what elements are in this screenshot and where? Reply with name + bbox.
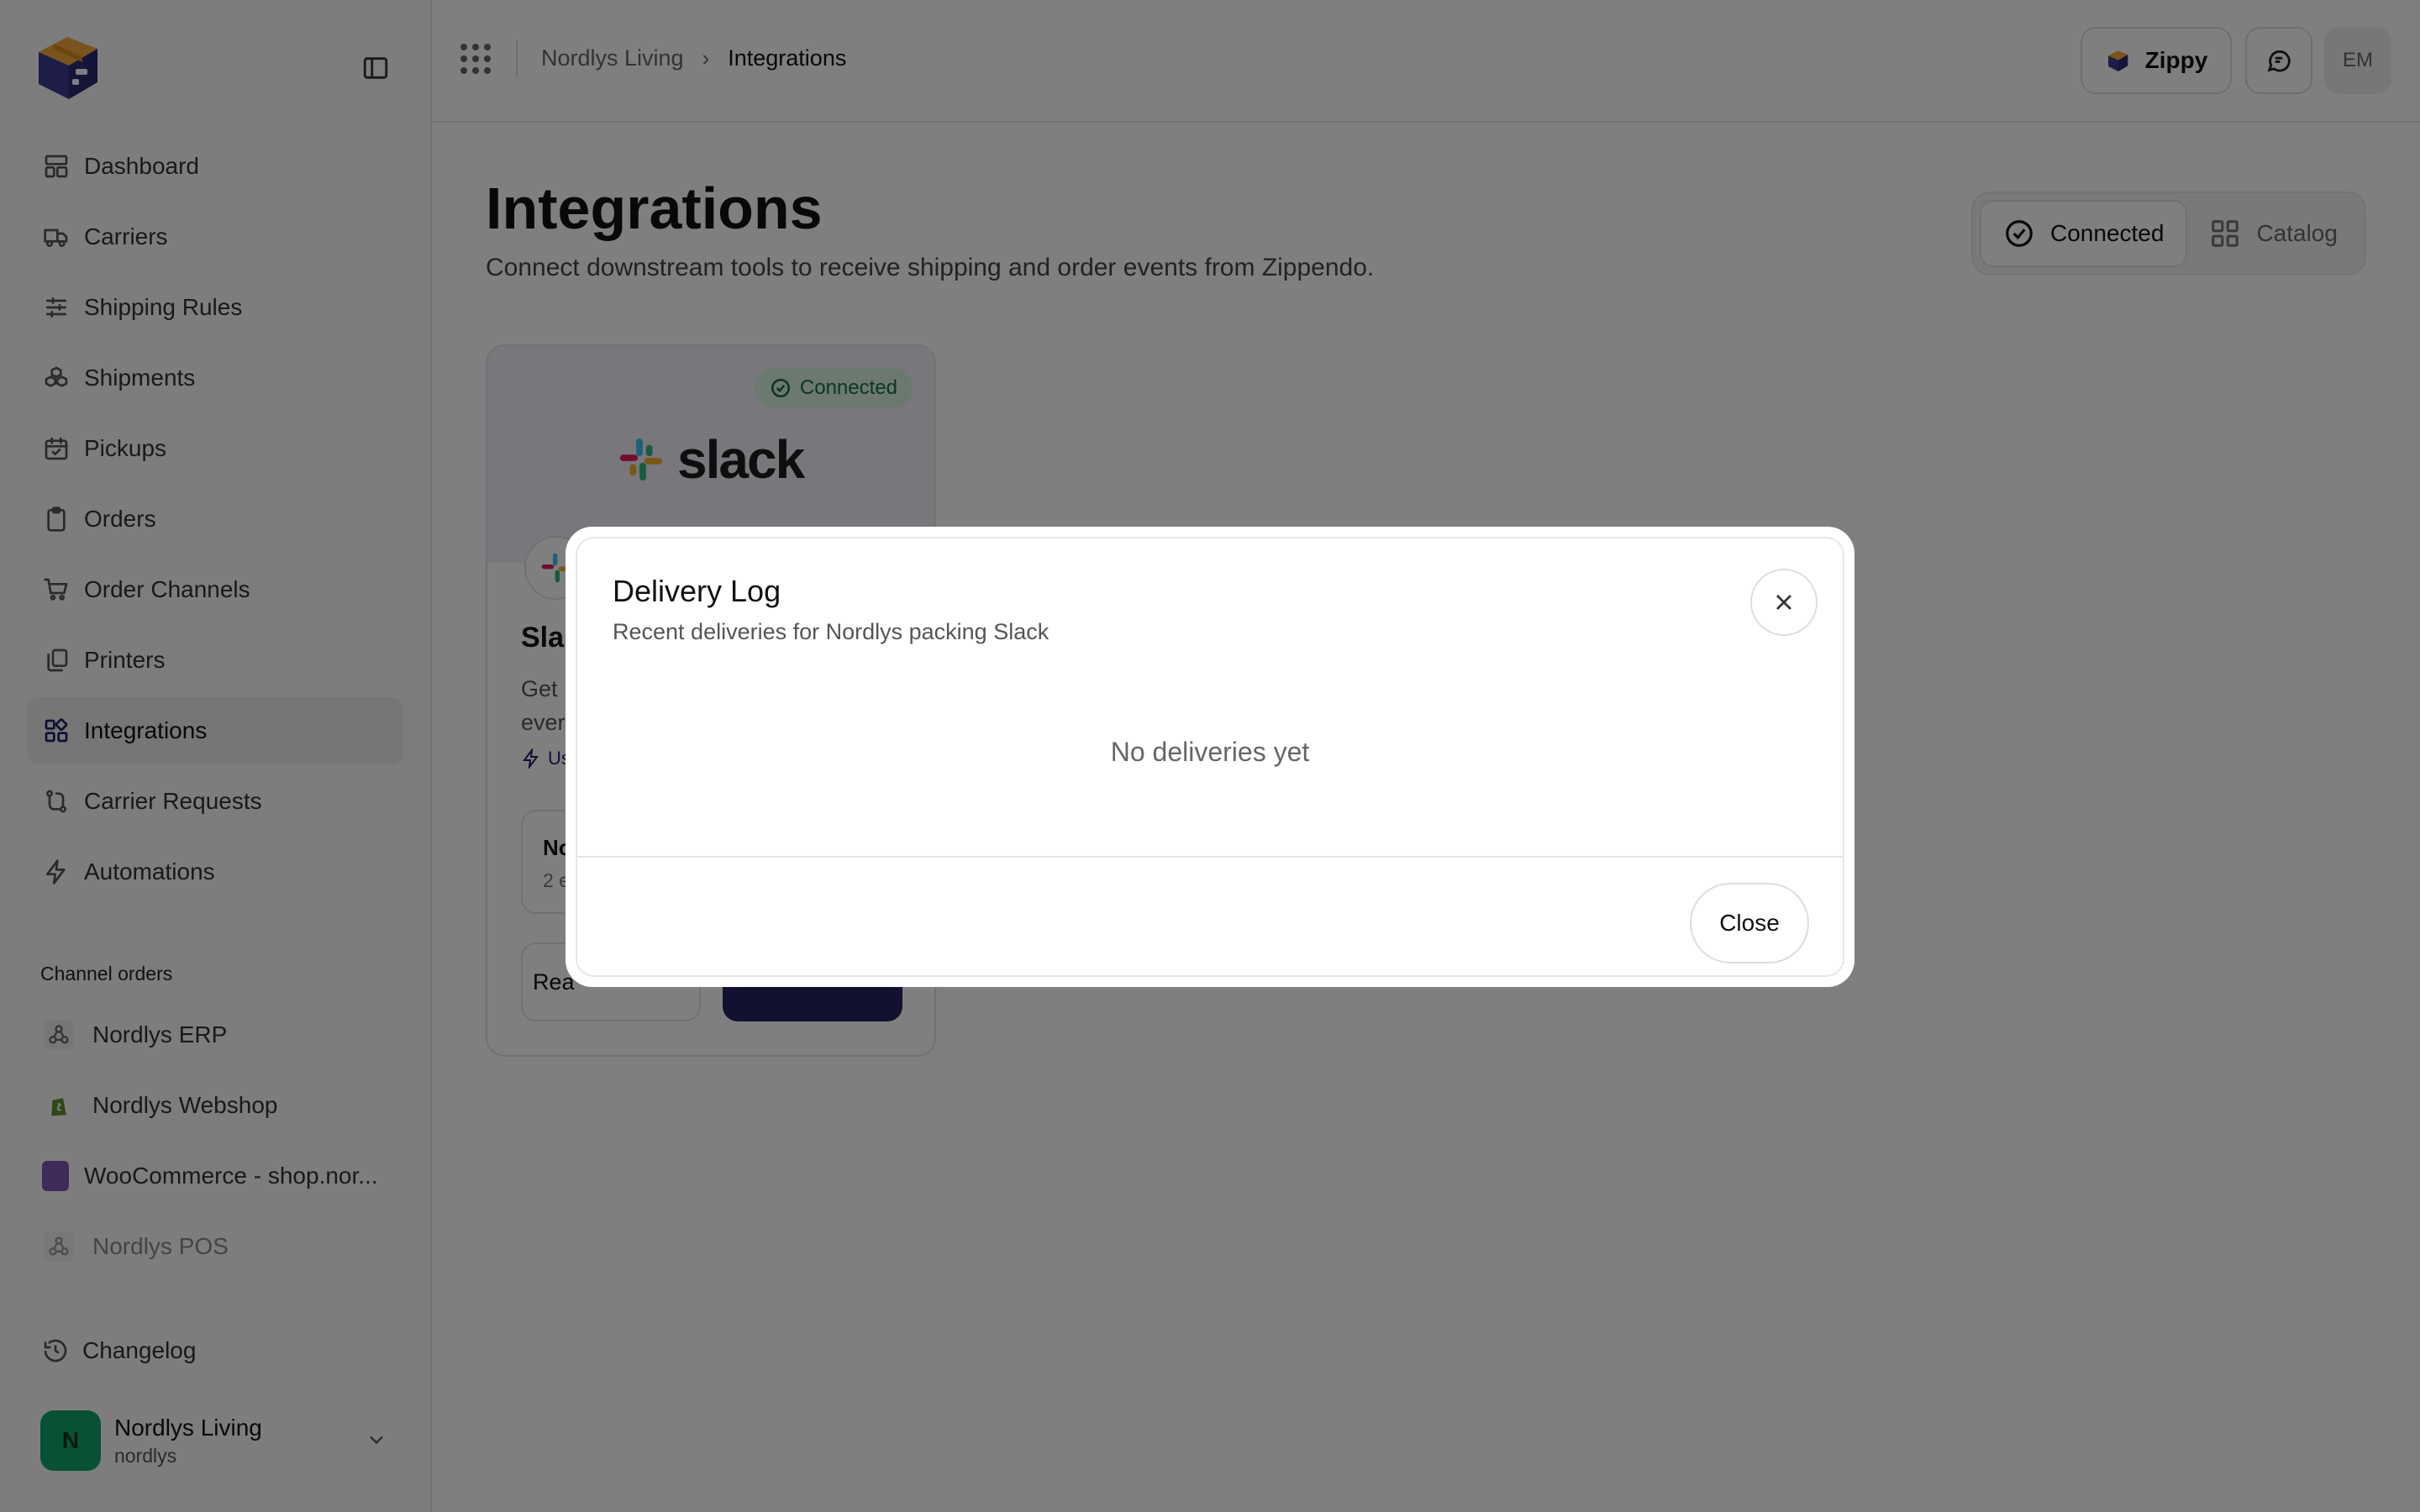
empty-state: No deliveries yet xyxy=(1110,737,1310,767)
close-icon-button[interactable] xyxy=(1750,569,1818,636)
dialog-title: Delivery Log xyxy=(613,574,781,608)
close-icon xyxy=(1776,595,1791,610)
dialog-subtitle: Recent deliveries for Nordlys packing Sl… xyxy=(613,619,1050,644)
close-button[interactable]: Close xyxy=(1690,883,1809,963)
dialog-divider xyxy=(577,856,1843,858)
delivery-log-dialog: Delivery Log Recent deliveries for Nordl… xyxy=(566,527,1854,987)
